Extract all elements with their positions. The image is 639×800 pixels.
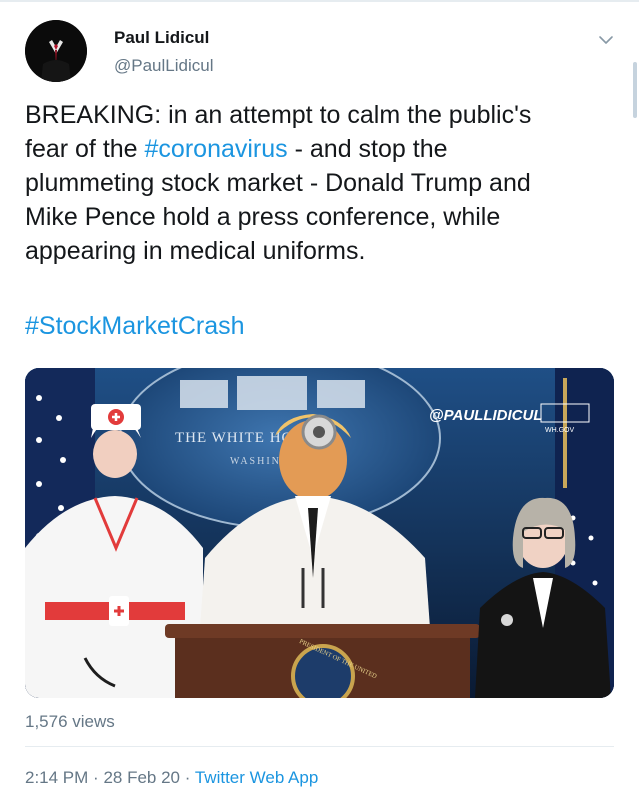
tweet-text-segment: Mike Pence hold a press conference, whil… xyxy=(25,203,501,231)
tweet-date[interactable]: 28 Feb 20 xyxy=(103,768,180,787)
tweet-media-image[interactable]: THE WHITE HOUSE WASHINGTON @PAULLIDICUL … xyxy=(25,368,614,698)
tweet-time[interactable]: 2:14 PM xyxy=(25,768,88,787)
chevron-down-icon[interactable] xyxy=(596,30,616,50)
watermark-text: @PAULLIDICUL xyxy=(429,407,543,424)
hashtag-link-coronavirus[interactable]: #coronavirus xyxy=(145,135,288,163)
site-text: WH.GOV xyxy=(545,427,574,434)
hashtag-link-stockmarketcrash[interactable]: #StockMarketCrash xyxy=(25,312,245,341)
tweet-text-segment: - and stop the xyxy=(287,135,448,163)
author-display-name[interactable]: Paul Lidicul xyxy=(114,28,209,48)
meta-separator: · xyxy=(93,768,99,787)
tweet-text-segment: appearing in medical uniforms. xyxy=(25,237,366,265)
scrollbar[interactable] xyxy=(633,62,637,118)
views-count: 1,576 views xyxy=(25,712,115,731)
meta-separator: · xyxy=(184,768,191,787)
tweet-line: Mike Pence hold a press conference, whil… xyxy=(25,200,615,234)
divider xyxy=(25,746,614,747)
tuxedo-avatar-icon xyxy=(25,20,87,82)
tweet-line: appearing in medical uniforms. xyxy=(25,234,615,268)
tweet-text-segment: BREAKING: in an attempt to calm the publ… xyxy=(25,101,532,129)
tweet-text: BREAKING: in an attempt to calm the publ… xyxy=(25,98,615,268)
avatar[interactable] xyxy=(25,20,87,82)
author-handle[interactable]: @PaulLidicul xyxy=(114,56,213,76)
tweet-text-segment: fear of the xyxy=(25,135,145,163)
tweet-source-link[interactable]: Twitter Web App xyxy=(195,768,318,787)
tweet-line: plummeting stock market - Donald Trump a… xyxy=(25,166,615,200)
top-divider xyxy=(0,0,639,2)
tweet-meta: 2:14 PM · 28 Feb 20 · Twitter Web App xyxy=(25,768,318,788)
tweet-text-segment: plummeting stock market - Donald Trump a… xyxy=(25,169,531,197)
tweet-line: fear of the #coronavirus - and stop the xyxy=(25,132,615,166)
press-conference-photo: THE WHITE HOUSE WASHINGTON @PAULLIDICUL … xyxy=(25,368,614,698)
tweet-line: BREAKING: in an attempt to calm the publ… xyxy=(25,98,615,132)
